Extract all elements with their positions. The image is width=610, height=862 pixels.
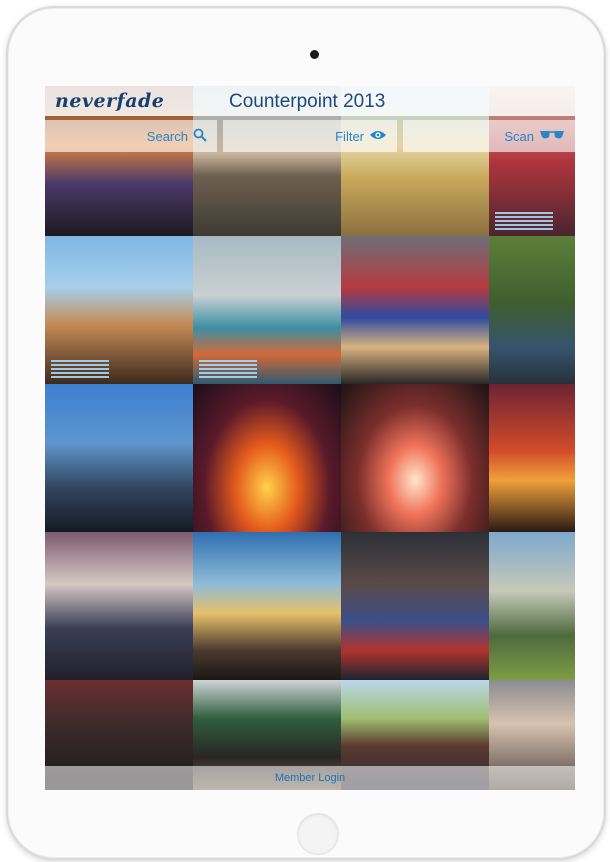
search-label: Search (146, 128, 188, 144)
app-header: neverfade Counterpoint 2013 (45, 86, 575, 116)
photo-tile[interactable] (489, 532, 575, 680)
filter-label: Filter (335, 128, 364, 144)
photo-tile[interactable] (341, 532, 489, 680)
scan-label: Scan (504, 128, 534, 144)
member-login-link[interactable]: Member Login (275, 772, 345, 784)
photo-tile[interactable] (489, 384, 575, 532)
member-login-bar[interactable]: Member Login (45, 766, 575, 790)
search-icon (193, 128, 207, 145)
marked-indicator (495, 212, 553, 230)
filter-button[interactable]: Filter (223, 120, 397, 152)
photo-tile[interactable] (193, 532, 341, 680)
app-screen: neverfade Counterpoint 2013 Search Filte… (45, 86, 575, 790)
toolbar: Search Filter Scan (45, 120, 575, 152)
sunglasses-icon (539, 129, 565, 144)
event-title: Counterpoint 2013 (229, 91, 386, 112)
search-button[interactable]: Search (45, 120, 217, 152)
photo-tile[interactable] (45, 532, 193, 680)
home-button[interactable] (297, 813, 339, 855)
photo-tile[interactable] (193, 384, 341, 532)
photo-tile[interactable] (341, 384, 489, 532)
photo-tile[interactable] (341, 236, 489, 384)
marked-indicator (199, 360, 257, 378)
photo-grid (45, 86, 575, 790)
marked-indicator (51, 360, 109, 378)
photo-tile[interactable] (45, 384, 193, 532)
app-logo: neverfade (55, 90, 165, 112)
scan-button[interactable]: Scan (403, 120, 575, 152)
photo-tile[interactable] (489, 236, 575, 384)
front-camera (310, 50, 319, 59)
eye-icon (369, 129, 387, 144)
photo-tile[interactable] (193, 236, 341, 384)
photo-tile[interactable] (45, 236, 193, 384)
